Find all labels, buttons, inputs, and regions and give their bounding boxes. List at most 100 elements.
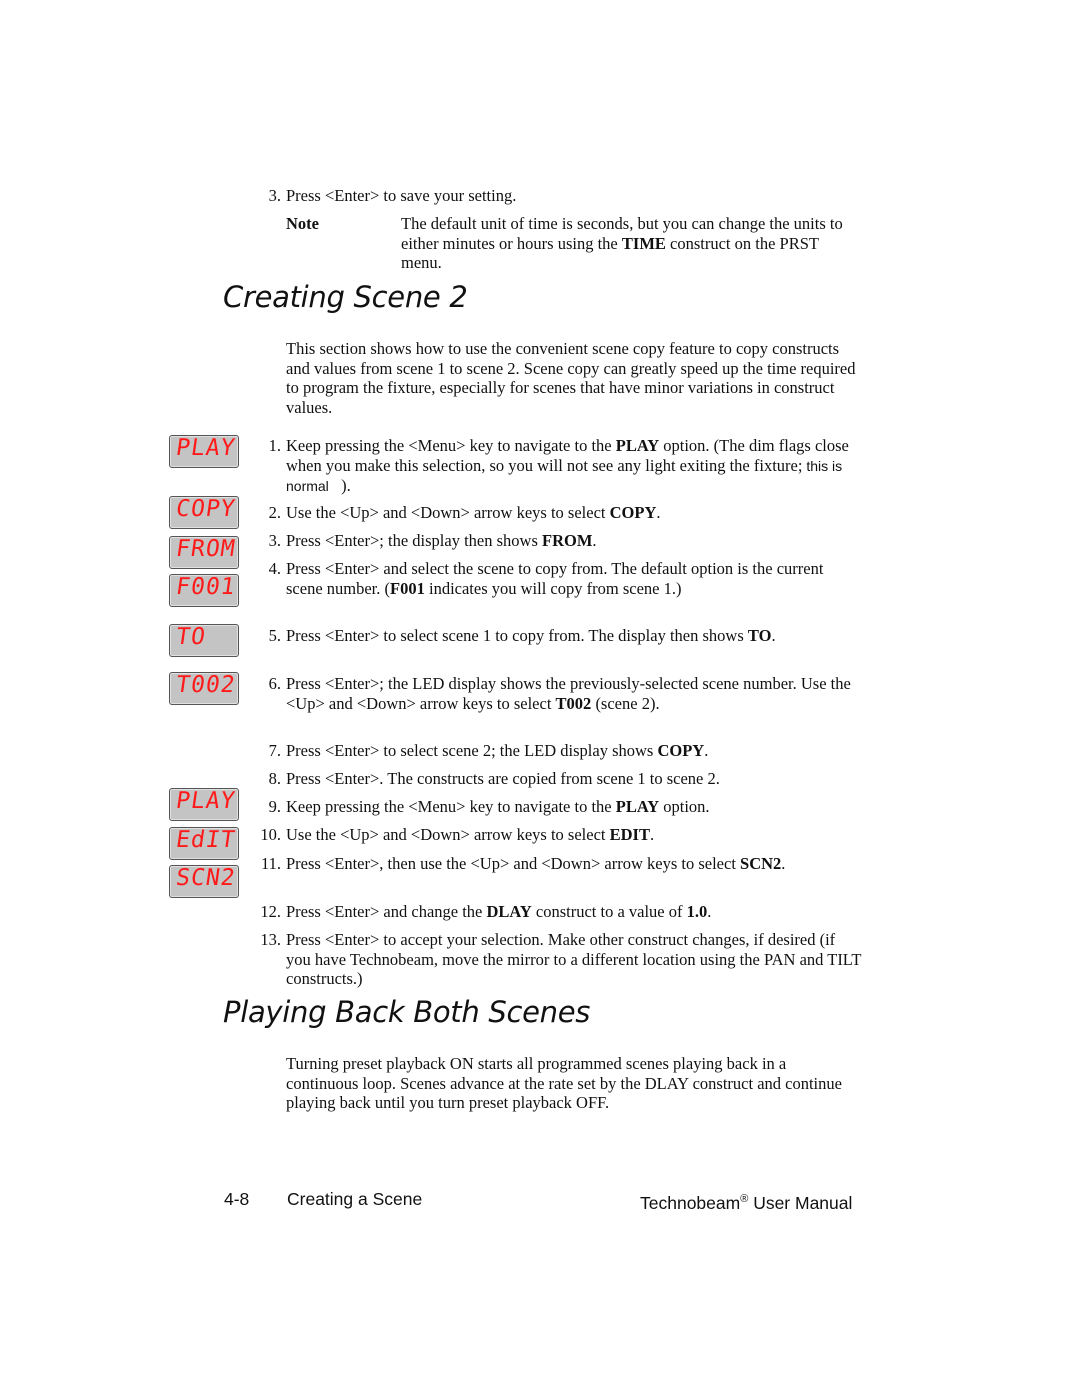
footer-page-number: 4-8 [224,1189,250,1209]
step-text: Press <Enter> and change the DLAY constr… [286,902,863,922]
step-number-cell: 3. [253,531,286,551]
step-text-fragment: 12. [260,902,281,921]
step-text-fragment: Press <Enter>; the display then shows [286,531,542,550]
step-number-cell: 4. [253,559,286,598]
step-12: 12. Press <Enter> and change the DLAY co… [253,902,863,922]
step-number: 3. [268,186,281,205]
step-text-fragment: 8. [268,769,281,788]
step-text-fragment: Keep pressing the <Menu> key to navigate… [286,797,616,816]
section-intro: This section shows how to use the conven… [286,339,856,417]
step-text-fragment: 11. [260,854,281,873]
step-bold-term: TO [747,626,772,645]
step-text-fragment: 7. [268,741,281,760]
step-text: Press <Enter>; the display then shows FR… [286,531,863,551]
step-number-cell: 5. [253,626,286,646]
led-display-copy: COPY [169,496,239,529]
step-number-cell: 7. [253,741,286,761]
step-text: Keep pressing the <Menu> key to navigate… [286,436,863,497]
step-7: 7. Press <Enter> to select scene 2; the … [253,741,863,761]
step-text-fragment: . [707,902,712,921]
step-text-fragment: 10. [260,825,281,844]
step-text-fragment: Keep pressing the <Menu> key to navigate… [286,436,616,455]
step-11: 11. Press <Enter>, then use the <Up> and… [253,854,863,874]
step-text: Press <Enter> to select scene 1 to copy … [286,626,863,646]
step-9: 9. Keep pressing the <Menu> key to navig… [253,797,863,817]
step-text-fragment: 4. [268,559,281,578]
step-bold-term: COPY [657,741,705,760]
step-6: 6. Press <Enter>; the LED display shows … [253,674,863,713]
step-text-fragment: Use the <Up> and <Down> arrow keys to se… [286,503,610,522]
step-text: Press <Enter> and select the scene to co… [286,559,863,598]
step-bold-term: T002 [555,693,592,713]
step-number-cell: 9. [253,797,286,817]
step-text-fragment: Use the <Up> and <Down> arrow keys to se… [286,825,610,844]
step-text-fragment: . [649,825,655,844]
step-text-fragment: Press <Enter> and change the [286,902,487,921]
step-text-fragment: Press <Enter>, then use the <Up> and <Do… [286,854,741,873]
led-display-play-2: PLAY [169,788,239,821]
note-text: The default unit of time is seconds, but… [401,214,843,272]
note-label: Note [286,214,319,233]
section2-text: Turning preset playback ON starts all pr… [286,1054,842,1112]
step-bold-term: DLAY [486,902,532,921]
led-display-t002: T002 [169,672,239,705]
step-text-fragment: 3. [268,531,281,550]
step-text-fragment: 2. [268,503,281,522]
step-bold-term: EDIT [609,825,650,844]
step-bold-term: FROM [542,531,593,550]
step-bold-term: PLAY [615,797,660,816]
step-number-cell: 6. [253,674,286,713]
step-text: Use the <Up> and <Down> arrow keys to se… [286,503,863,523]
step-bold-term: PLAY [615,436,660,455]
step-10: 10. Use the <Up> and <Down> arrow keys t… [253,825,863,845]
step-text: Press <Enter>, then use the <Up> and <Do… [286,854,863,874]
step-text: Press <Enter>. The constructs are copied… [286,769,863,789]
step-4: 4. Press <Enter> and select the scene to… [253,559,863,598]
step-text: Keep pressing the <Menu> key to navigate… [286,797,863,817]
step-text: Use the <Up> and <Down> arrow keys to se… [286,825,863,845]
section-heading-creating-scene-2: Creating Scene 2 [223,280,468,314]
step-text-fragment: ). [328,476,351,495]
step-text-fragment: 1. [268,436,281,455]
step-text-fragment: 13. [260,930,281,949]
step-text-fragment: (scene 2). [591,693,660,713]
step-number-cell: 2. [253,503,286,523]
step-text-fragment: option. [659,797,710,816]
step-text-fragment: Press <Enter> to select scene 2; the LED… [286,741,658,760]
step-text-fragment: . [771,626,776,645]
step-number-cell: 1. [253,436,286,497]
step-8: 8. Press <Enter>. The constructs are cop… [253,769,863,789]
led-display-edit: EdIT [169,827,239,860]
step-bold-term: COPY [609,503,657,522]
footer-manual-title: Technobeam® User Manual [640,1192,853,1213]
step-1: 1. Keep pressing the <Menu> key to navig… [253,436,863,497]
step-text-fragment: . [656,503,661,522]
section-heading-playing-back: Playing Back Both Scenes [223,995,591,1029]
step-number-cell: 13. [253,930,286,989]
step-bold-term: F001 [390,578,425,598]
step-number-cell: 11. [253,854,286,874]
footer-chapter: Creating a Scene [287,1189,423,1209]
step-text-fragment: 6. [268,674,281,693]
step-text-fragment: construct to a value of [531,902,687,921]
step-5: 5. Press <Enter> to select scene 1 to co… [253,626,863,646]
step-number-cell: 10. [253,825,286,845]
led-display-to: TO [169,624,239,657]
step-text-fragment: . [592,531,597,550]
step-text: Press <Enter> to accept your selection. … [286,930,863,989]
step-2: 2. Use the <Up> and <Down> arrow keys to… [253,503,863,523]
step-number-cell: 12. [253,902,286,922]
step-text-fragment: Press <Enter> to accept your selection. … [286,930,862,988]
step-number-cell: 8. [253,769,286,789]
step-text-fragment: indicates you will copy from scene 1.) [424,578,682,598]
manual-page: 3. Press <Enter> to save your setting. N… [0,0,1080,1397]
step-text-fragment: Press <Enter> to select scene 1 to copy … [286,626,748,645]
step-text-fragment: . [704,741,709,760]
led-display-from: FROM [169,536,239,569]
step-bold-term: 1.0 [686,902,708,921]
step-bold-term: SCN2 [740,854,782,873]
step-text-fragment: Press <Enter>. The constructs are copied… [286,769,720,788]
step-text: Press <Enter>; the LED display shows the… [286,674,863,713]
step-text-fragment: 5. [268,626,281,645]
step-number-cell: 3. [253,186,286,206]
